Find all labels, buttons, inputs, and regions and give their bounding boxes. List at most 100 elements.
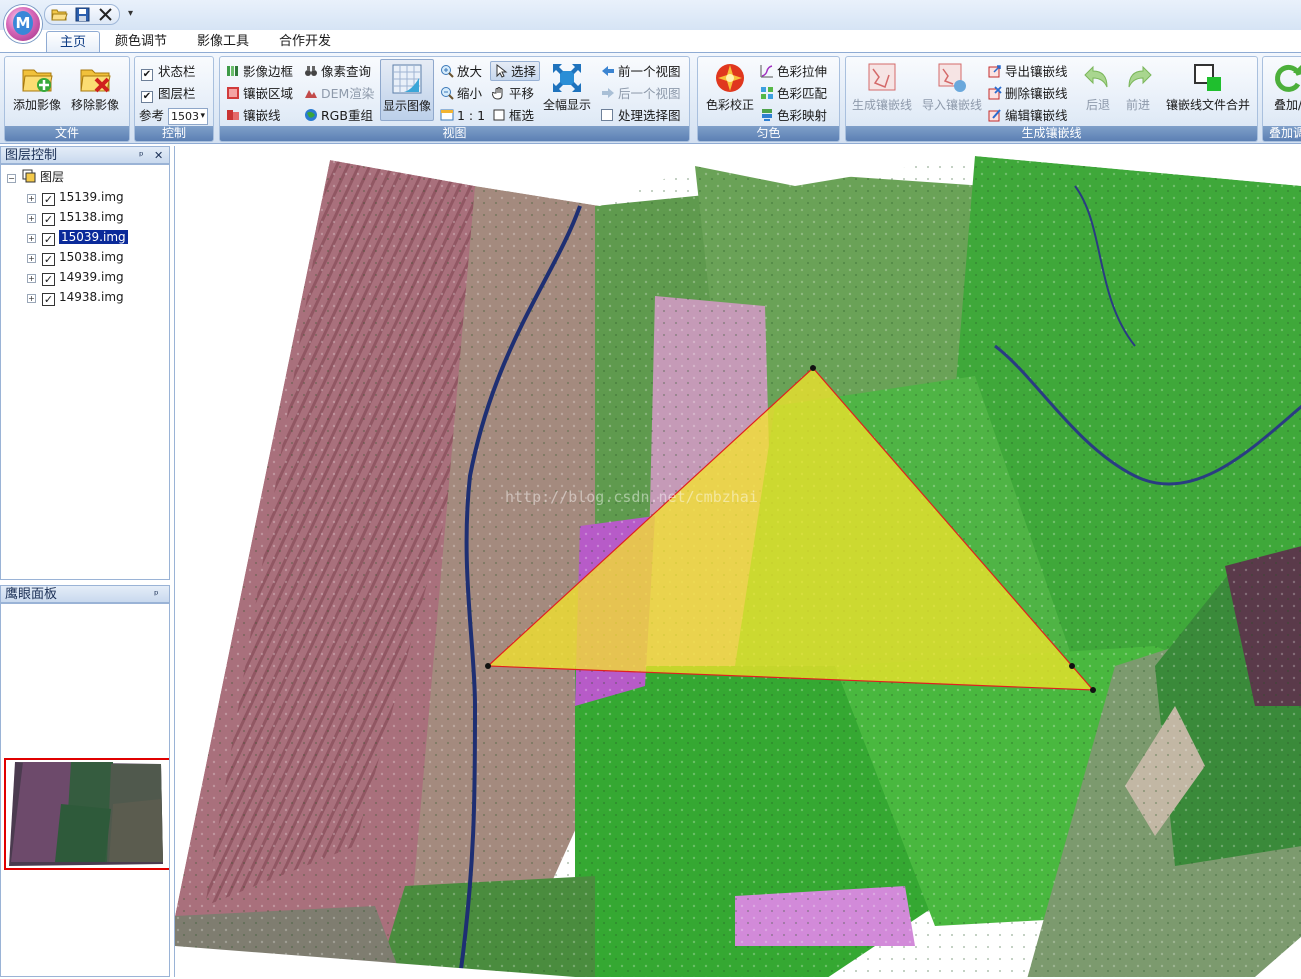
- hand-icon: [492, 87, 503, 100]
- zoom-in-button[interactable]: 放大: [440, 62, 482, 82]
- pixel-query-button[interactable]: 像素查询: [304, 62, 371, 82]
- layer-bar-toggle[interactable]: ✔ 图层栏: [141, 84, 196, 104]
- layer-visibility-checkbox[interactable]: ✓: [42, 273, 55, 286]
- layer-row[interactable]: + ✓ 15138.img: [27, 208, 124, 226]
- tree-root[interactable]: − 图层: [7, 168, 64, 186]
- remove-image-button[interactable]: 移除影像: [66, 59, 124, 121]
- expand-icon[interactable]: +: [27, 254, 36, 263]
- process-selected-toggle[interactable]: 处理选择图: [601, 106, 681, 126]
- color-map-button[interactable]: 色彩映射: [760, 106, 827, 126]
- tab-color-adjust[interactable]: 颜色调节: [106, 31, 176, 53]
- forward-button[interactable]: 前进: [1120, 59, 1156, 121]
- tab-cooperation[interactable]: 合作开发: [270, 31, 340, 53]
- color-match-button[interactable]: 色彩匹配: [760, 84, 827, 104]
- layer-name[interactable]: 15039.img: [59, 230, 128, 244]
- layer-visibility-checkbox[interactable]: ✓: [42, 253, 55, 266]
- full-extent-button[interactable]: 全幅显示: [538, 59, 596, 121]
- generate-seamline-button[interactable]: 生成镶嵌线: [848, 59, 916, 121]
- expand-icon[interactable]: +: [27, 274, 36, 283]
- status-bar-toggle[interactable]: ✔ 状态栏: [141, 62, 196, 82]
- color-grid-icon: [761, 87, 773, 99]
- polygon-vertex[interactable]: [1069, 663, 1075, 669]
- save-icon[interactable]: [74, 7, 91, 22]
- overlay-button[interactable]: 叠加/: [1265, 59, 1301, 121]
- close-icon[interactable]: [97, 7, 114, 22]
- show-image-button[interactable]: 显示图像: [380, 59, 434, 121]
- add-image-button[interactable]: 添加影像: [8, 59, 66, 121]
- map-view[interactable]: http://blog.csdn.net/cmbzhai: [174, 146, 1301, 977]
- status-bar-checkbox[interactable]: ✔: [141, 69, 153, 81]
- arrow-right-icon: [602, 88, 614, 98]
- rgb-globe-icon: [305, 109, 317, 121]
- show-image-icon: [392, 64, 422, 94]
- application-menu-button[interactable]: M: [4, 5, 42, 43]
- rgb-recombine-button[interactable]: RGB重组: [304, 106, 373, 126]
- view-group: 影像边框 像素查询 镶嵌区域 DEM渲染 镶嵌线 RGB重组 显示图像 放大 选…: [219, 56, 690, 142]
- next-view-button[interactable]: 后一个视图: [601, 84, 681, 104]
- export-seamline-button[interactable]: 导出镶嵌线: [988, 62, 1068, 82]
- folder-open-icon[interactable]: [51, 7, 68, 22]
- layer-visibility-checkbox[interactable]: ✓: [42, 293, 55, 306]
- remove-image-icon: [80, 69, 111, 93]
- merge-seamline-files-button[interactable]: 镶嵌线文件合并: [1160, 59, 1256, 121]
- dem-render-button[interactable]: DEM渲染: [304, 84, 374, 104]
- zoom-out-button[interactable]: 缩小: [440, 84, 482, 104]
- layer-row[interactable]: + ✓ 15139.img: [27, 188, 124, 206]
- collapse-icon[interactable]: −: [7, 174, 16, 183]
- layer-row-selected[interactable]: + ✓ 15039.img: [27, 228, 128, 246]
- mosaic-area-button[interactable]: 镶嵌区域: [226, 84, 293, 104]
- polygon-vertex[interactable]: [1090, 687, 1096, 693]
- pin-icon[interactable]: ᵖ: [139, 147, 144, 165]
- ribbon: 添加影像 移除影像 文件 ✔状态栏 ✔图层栏 参考1503 控制 影像边框 像素…: [0, 52, 1301, 144]
- import-seamline-button[interactable]: 导入镶嵌线: [918, 59, 986, 121]
- mosaic-area-icon: [227, 87, 239, 99]
- control-group-label: 控制: [135, 126, 213, 141]
- file-group: 添加影像 移除影像 文件: [4, 56, 130, 142]
- polygon-vertex[interactable]: [810, 365, 816, 371]
- color-correct-button[interactable]: 色彩校正: [701, 59, 759, 121]
- pan-button[interactable]: 平移: [492, 84, 534, 104]
- edit-seamline-button[interactable]: 编辑镶嵌线: [988, 106, 1068, 126]
- overview-thumbnail[interactable]: [1, 604, 172, 976]
- layer-name[interactable]: 14938.img: [59, 290, 124, 304]
- color-balance-group: 色彩校正 色彩拉伸 色彩匹配 色彩映射 匀色: [697, 56, 840, 142]
- one-to-one-button[interactable]: 1 : 1: [440, 106, 485, 126]
- polygon-vertex[interactable]: [485, 663, 491, 669]
- layer-visibility-checkbox[interactable]: ✓: [42, 233, 55, 246]
- box-select-button[interactable]: 框选: [492, 106, 534, 126]
- tab-home[interactable]: 主页: [46, 31, 100, 53]
- select-button[interactable]: 选择: [490, 61, 541, 81]
- layer-visibility-checkbox[interactable]: ✓: [42, 193, 55, 206]
- overview-panel-header: 鹰眼面板 ᵖ: [0, 585, 170, 603]
- layer-row[interactable]: + ✓ 15038.img: [27, 248, 124, 266]
- box-select-icon: [493, 109, 505, 121]
- layer-name[interactable]: 14939.img: [59, 270, 124, 284]
- panel-close-icon[interactable]: ✕: [154, 147, 163, 165]
- expand-icon[interactable]: +: [27, 194, 36, 203]
- expand-icon[interactable]: +: [27, 294, 36, 303]
- layer-bar-checkbox[interactable]: ✔: [141, 91, 153, 103]
- overview-panel[interactable]: [0, 603, 172, 977]
- layer-name[interactable]: 15038.img: [59, 250, 124, 264]
- back-button[interactable]: 后退: [1080, 59, 1116, 121]
- reference-select[interactable]: 参考 1503: [139, 106, 209, 126]
- mosaic-line-button[interactable]: 镶嵌线: [226, 106, 281, 126]
- process-selected-checkbox[interactable]: [601, 109, 613, 121]
- layer-name[interactable]: 15138.img: [59, 210, 124, 224]
- pin-icon[interactable]: ᵖ: [154, 586, 159, 604]
- reference-combo[interactable]: 1503: [168, 108, 209, 125]
- tab-image-tools[interactable]: 影像工具: [188, 31, 258, 53]
- satellite-mosaic[interactable]: http://blog.csdn.net/cmbzhai: [175, 146, 1301, 977]
- image-border-button[interactable]: 影像边框: [226, 62, 293, 82]
- layer-visibility-checkbox[interactable]: ✓: [42, 213, 55, 226]
- layer-row[interactable]: + ✓ 14939.img: [27, 268, 124, 286]
- quick-access-menu-button[interactable]: ▾: [128, 8, 133, 19]
- import-seamline-icon: [938, 63, 966, 92]
- layer-row[interactable]: + ✓ 14938.img: [27, 288, 124, 306]
- expand-icon[interactable]: +: [27, 214, 36, 223]
- delete-seamline-button[interactable]: 删除镶嵌线: [988, 84, 1068, 104]
- color-stretch-button[interactable]: 色彩拉伸: [760, 62, 827, 82]
- expand-icon[interactable]: +: [27, 234, 36, 243]
- layer-name[interactable]: 15139.img: [59, 190, 124, 204]
- prev-view-button[interactable]: 前一个视图: [601, 62, 681, 82]
